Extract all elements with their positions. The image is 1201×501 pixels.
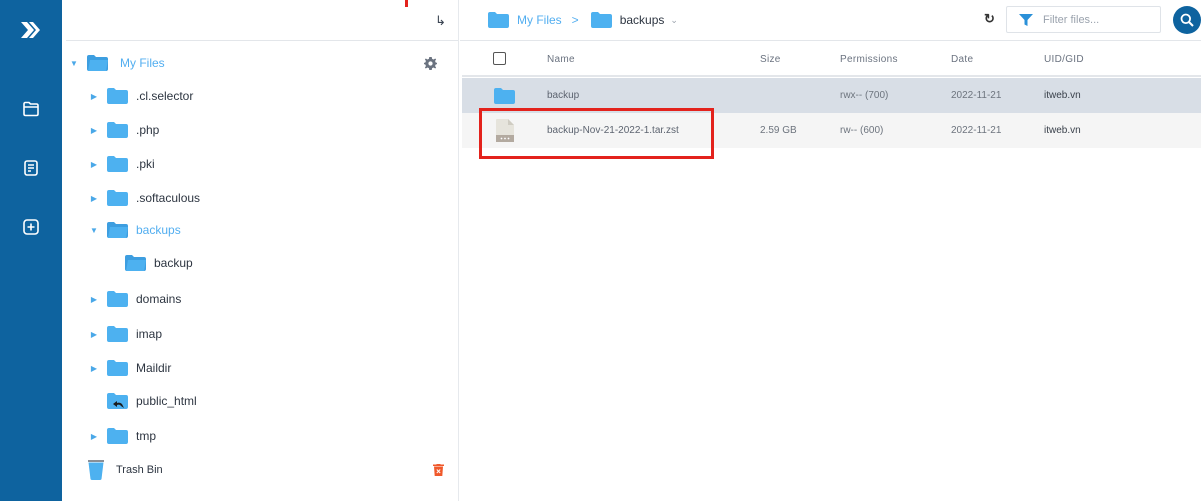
- tree-item[interactable]: ▶ .cl.selector: [90, 84, 193, 108]
- caret-right-icon[interactable]: ▶: [90, 364, 98, 373]
- tree-item[interactable]: ▶ .softaculous: [90, 186, 200, 210]
- file-date: 2022-11-21: [951, 90, 1002, 101]
- column-header-uid-gid[interactable]: UID/GID: [1044, 54, 1084, 65]
- folder-icon: [107, 428, 128, 444]
- folder-tree-panel: ↳ ▼ My Files ▶ .cl.selector ▶ .php ▶ .pk…: [62, 0, 459, 501]
- settings-gear-icon[interactable]: [424, 57, 437, 70]
- trash-bin-icon: [88, 460, 104, 480]
- column-header-size[interactable]: Size: [760, 54, 781, 65]
- document-icon[interactable]: [22, 159, 40, 177]
- tree-item[interactable]: ▶ .php: [90, 118, 159, 142]
- folder-icon: [590, 12, 612, 28]
- tree-label: .softaculous: [136, 191, 201, 205]
- column-header-name[interactable]: Name: [547, 54, 575, 65]
- collapse-panel-icon[interactable]: ↳: [435, 13, 446, 29]
- trash-bin-item[interactable]: Trash Bin: [88, 458, 163, 482]
- tree-label: domains: [136, 292, 182, 306]
- tree-label: tmp: [136, 429, 157, 443]
- folder-icon: [107, 291, 128, 307]
- empty-trash-icon[interactable]: [433, 464, 444, 476]
- select-all-checkbox[interactable]: [493, 52, 506, 65]
- folder-icon: [494, 88, 515, 104]
- caret-down-icon[interactable]: ▼: [90, 226, 98, 235]
- file-manager-app: ↳ ▼ My Files ▶ .cl.selector ▶ .php ▶ .pk…: [0, 0, 1201, 501]
- file-size: 2.59 GB: [760, 125, 797, 136]
- tree-item[interactable]: public_html: [98, 389, 197, 413]
- plus-square-icon[interactable]: [22, 218, 40, 236]
- breadcrumb-item-my-files[interactable]: My Files: [517, 13, 562, 27]
- tree-label: .pki: [136, 157, 155, 171]
- tree-root-my-files[interactable]: ▼ My Files: [70, 51, 165, 75]
- folder-icon: [107, 88, 128, 104]
- file-permissions: rwx-- (700): [840, 90, 889, 101]
- folder-icon: [107, 122, 128, 138]
- column-header-permissions[interactable]: Permissions: [840, 54, 898, 65]
- tree-label: backup: [154, 256, 193, 270]
- folder-open-icon: [125, 255, 146, 271]
- table-header: Name Size Permissions Date UID/GID: [462, 41, 1201, 77]
- tree-item-active[interactable]: ▼ backups: [90, 218, 181, 242]
- file-date: 2022-11-21: [951, 125, 1002, 136]
- filter-box[interactable]: [1006, 6, 1161, 33]
- folder-icon: [488, 12, 509, 28]
- caret-right-icon[interactable]: ▶: [90, 160, 98, 169]
- file-permissions: rw-- (600): [840, 125, 884, 136]
- caret-right-icon[interactable]: ▶: [90, 126, 98, 135]
- caret-right-icon[interactable]: ▶: [90, 295, 98, 304]
- caret-right-icon[interactable]: ▶: [90, 92, 98, 101]
- tree-item[interactable]: ▶ .pki: [90, 152, 155, 176]
- trash-label: Trash Bin: [116, 464, 163, 476]
- tree-label: My Files: [120, 56, 165, 70]
- search-button[interactable]: [1173, 6, 1201, 34]
- file-uid-gid: itweb.vn: [1044, 90, 1081, 101]
- tree-label: Maildir: [136, 361, 172, 375]
- folder-icon: [107, 360, 128, 376]
- filter-funnel-icon: [1019, 13, 1033, 26]
- tree-item[interactable]: ▶ domains: [90, 287, 181, 311]
- folder-icon: [107, 326, 128, 342]
- folder-icon: [107, 156, 128, 172]
- caret-right-icon[interactable]: ▶: [90, 330, 98, 339]
- caret-right-icon[interactable]: ▶: [90, 432, 98, 441]
- chevron-down-icon[interactable]: ⌄: [670, 15, 678, 26]
- file-list-panel: My Files > backups ⌄ ↻ N: [460, 0, 1201, 501]
- folder-open-icon: [107, 222, 128, 238]
- tree-label: public_html: [136, 394, 197, 408]
- tree-item[interactable]: ▶ Maildir: [90, 356, 171, 380]
- tree-item[interactable]: backup: [119, 251, 193, 275]
- tree-label: backups: [136, 223, 181, 237]
- folder-symlink-icon: [107, 393, 128, 409]
- breadcrumb: My Files > backups ⌄: [488, 10, 678, 30]
- column-header-date[interactable]: Date: [951, 54, 973, 65]
- tree-item[interactable]: ▶ imap: [90, 322, 162, 346]
- refresh-icon[interactable]: ↻: [984, 11, 995, 27]
- breadcrumb-item-current[interactable]: backups: [620, 13, 665, 27]
- annotation-highlight-box: [479, 108, 714, 159]
- folder-icon[interactable]: [22, 100, 40, 118]
- tree-label: .php: [136, 123, 160, 137]
- search-icon: [1180, 13, 1194, 27]
- tree-item[interactable]: ▶ tmp: [90, 424, 156, 448]
- caret-right-icon[interactable]: ▶: [90, 194, 98, 203]
- breadcrumb-separator: >: [571, 13, 579, 27]
- sidebar-rail: [0, 0, 62, 501]
- tree-label: imap: [136, 327, 163, 341]
- tree-header: ↳: [66, 0, 458, 41]
- folder-open-icon: [87, 55, 108, 71]
- folder-icon: [107, 190, 128, 206]
- filter-input[interactable]: [1043, 13, 1143, 26]
- logo-icon[interactable]: [17, 16, 45, 44]
- tree-label: .cl.selector: [136, 89, 194, 103]
- caret-down-icon[interactable]: ▼: [70, 59, 78, 68]
- file-uid-gid: itweb.vn: [1044, 125, 1081, 136]
- toolbar: My Files > backups ⌄ ↻: [460, 0, 1201, 41]
- file-name[interactable]: backup: [547, 90, 579, 101]
